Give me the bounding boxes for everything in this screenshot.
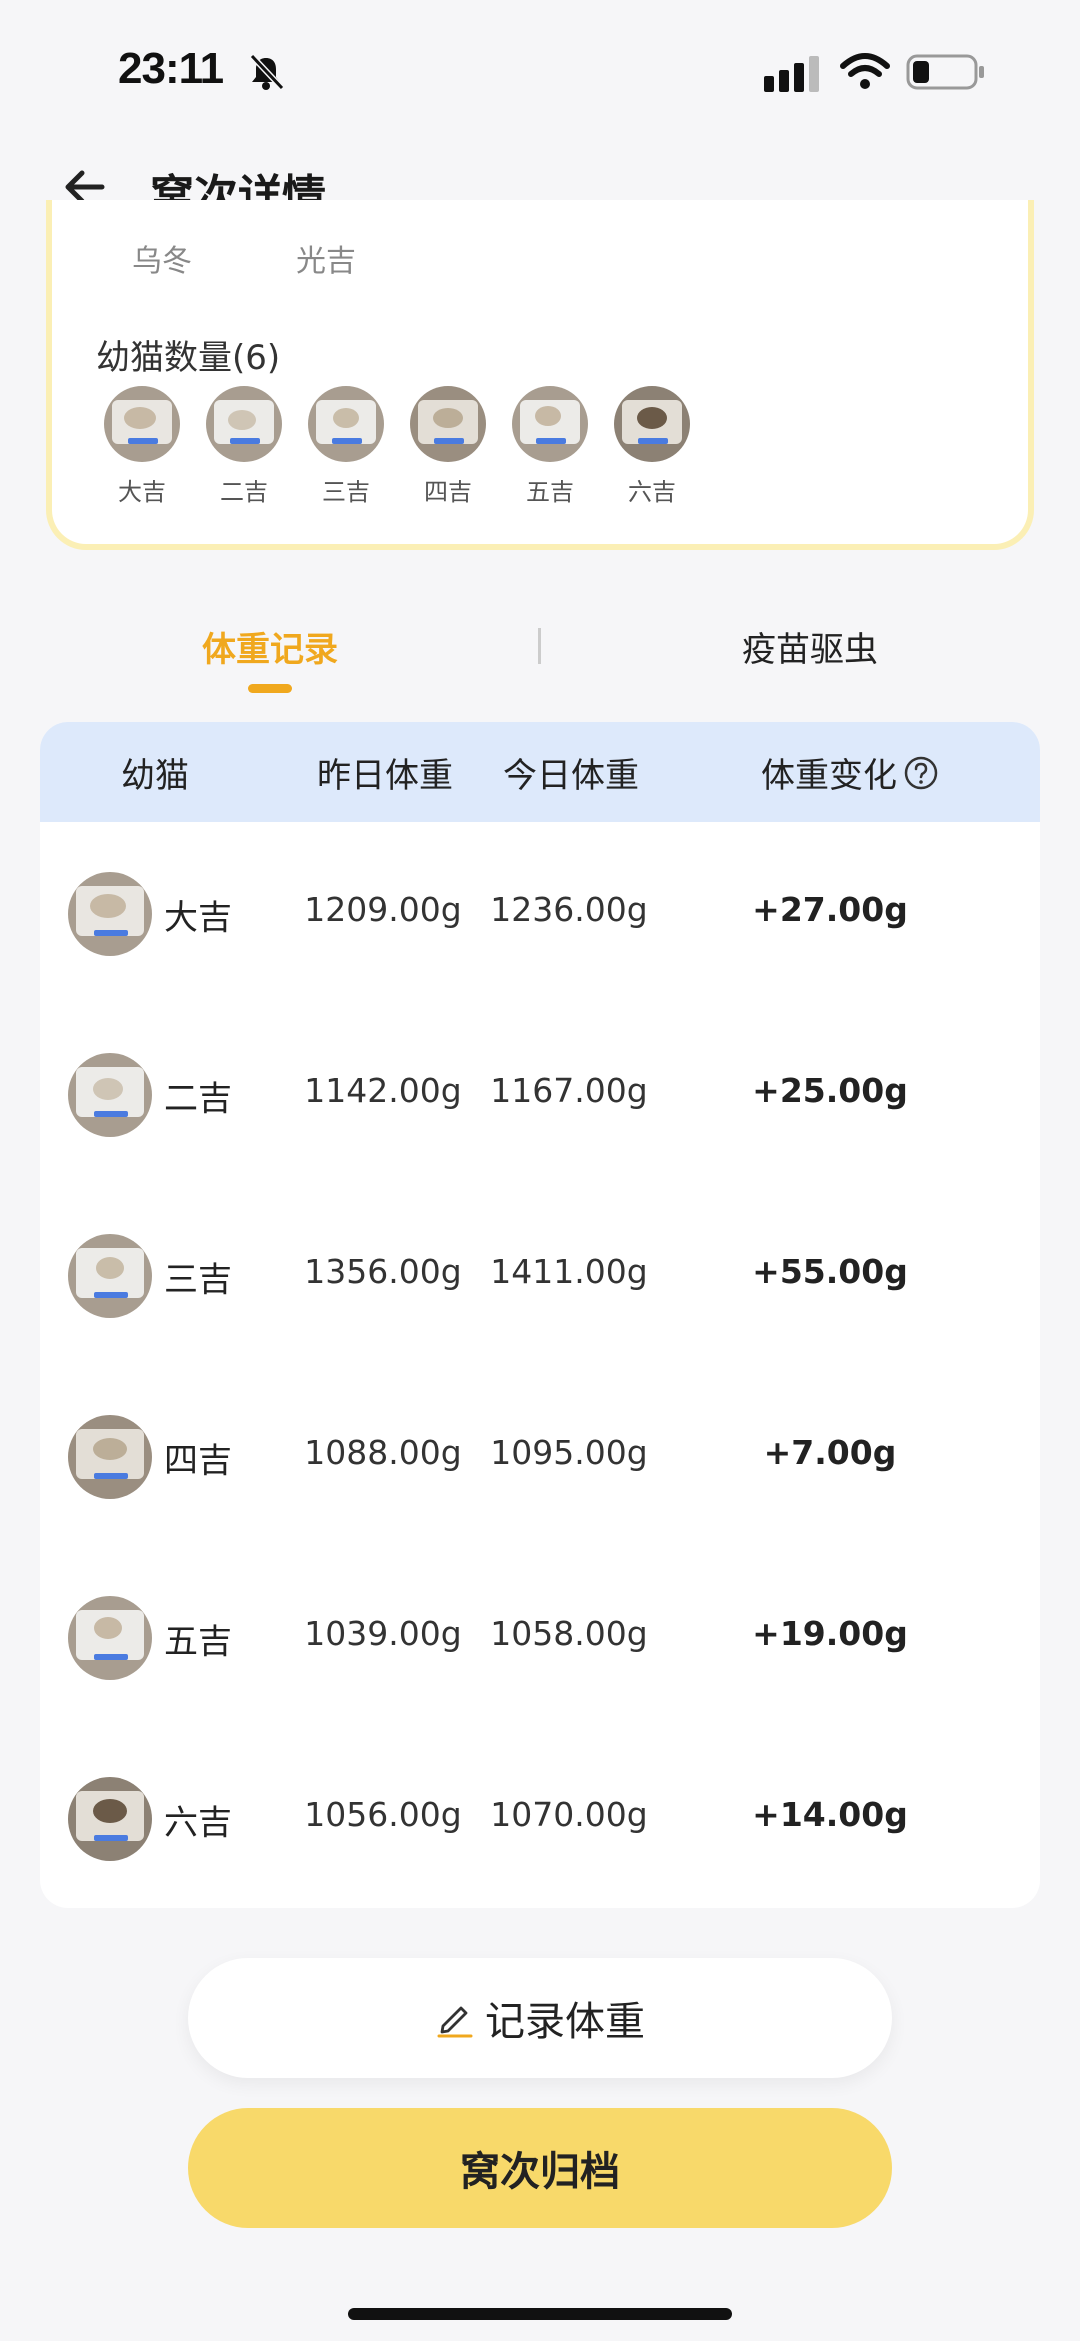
row-yesterday-weight: 1088.00g: [304, 1433, 462, 1472]
table-row[interactable]: 二吉 1142.00g 1167.00g +25.00g: [40, 1003, 1040, 1184]
kitten-avatar-item[interactable]: 六吉: [614, 386, 690, 507]
row-kitten-name: 二吉: [164, 1079, 232, 1119]
row-kitten-name: 大吉: [164, 898, 232, 938]
wifi-icon: [840, 53, 890, 89]
header-weight-change: 体重变化: [750, 748, 950, 797]
kitten-photo: [68, 1777, 152, 1861]
record-weight-button[interactable]: 记录体重: [188, 1958, 892, 2078]
kitten-avatar-item[interactable]: 五吉: [512, 386, 588, 507]
header-today-weight: 今日体重: [503, 756, 639, 796]
kitten-photo: [614, 386, 690, 462]
weight-table: 幼猫 昨日体重 今日体重 体重变化 大吉 1209.00g 1236.00g +…: [40, 722, 1040, 1908]
row-yesterday-weight: 1209.00g: [304, 890, 462, 929]
table-row[interactable]: 四吉 1088.00g 1095.00g +7.00g: [40, 1365, 1040, 1546]
kitten-photo: [104, 386, 180, 462]
row-today-weight: 1070.00g: [490, 1795, 648, 1834]
row-yesterday-weight: 1056.00g: [304, 1795, 462, 1834]
status-bar: 23:11: [0, 0, 1080, 140]
row-weight-change: +55.00g: [752, 1252, 908, 1291]
kitten-photo: [206, 386, 282, 462]
row-today-weight: 1095.00g: [490, 1433, 648, 1472]
kitten-avatar-name: 四吉: [424, 478, 472, 506]
table-row[interactable]: 大吉 1209.00g 1236.00g +27.00g: [40, 822, 1040, 1003]
kitten-avatar-name: 五吉: [526, 478, 574, 506]
kitten-avatar-item[interactable]: 三吉: [308, 386, 384, 507]
kitten-avatar-name: 六吉: [628, 478, 676, 506]
header-kitten: 幼猫: [121, 756, 189, 796]
kitten-photo: [512, 386, 588, 462]
row-weight-change: +27.00g: [752, 890, 908, 929]
table-row[interactable]: 六吉 1056.00g 1070.00g +14.00g: [40, 1727, 1040, 1908]
row-weight-change: +7.00g: [763, 1433, 897, 1472]
row-weight-change: +25.00g: [752, 1071, 908, 1110]
kitten-photo: [308, 386, 384, 462]
kitten-count-label: 幼猫数量(6): [96, 338, 281, 378]
row-kitten-name: 三吉: [164, 1260, 232, 1300]
battery-icon: [906, 54, 984, 90]
table-header: 幼猫 昨日体重 今日体重 体重变化: [40, 722, 1040, 822]
litter-info-card: 乌冬 光吉 幼猫数量(6) 大吉 二吉 三吉 四吉 五吉 六吉: [46, 200, 1034, 550]
row-today-weight: 1236.00g: [490, 890, 648, 929]
archive-litter-button[interactable]: 窝次归档: [188, 2108, 892, 2228]
active-tab-indicator: [248, 684, 292, 693]
row-weight-change: +14.00g: [752, 1795, 908, 1834]
row-yesterday-weight: 1356.00g: [304, 1252, 462, 1291]
kitten-avatar-item[interactable]: 二吉: [206, 386, 282, 507]
row-today-weight: 1058.00g: [490, 1614, 648, 1653]
kitten-avatar-list: 大吉 二吉 三吉 四吉 五吉 六吉: [104, 386, 690, 507]
kitten-avatar-name: 二吉: [220, 478, 268, 506]
mute-bell-icon: [249, 53, 285, 91]
kitten-photo: [410, 386, 486, 462]
row-today-weight: 1167.00g: [490, 1071, 648, 1110]
kitten-avatar-item[interactable]: 大吉: [104, 386, 180, 507]
row-weight-change: +19.00g: [752, 1614, 908, 1653]
kitten-avatar-item[interactable]: 四吉: [410, 386, 486, 507]
tab-vaccine-deworming[interactable]: 疫苗驱虫: [660, 622, 960, 671]
tab-bar: 体重记录 疫苗驱虫: [0, 600, 1080, 700]
table-row[interactable]: 五吉 1039.00g 1058.00g +19.00g: [40, 1546, 1040, 1727]
home-indicator: [348, 2308, 732, 2320]
row-kitten-name: 五吉: [164, 1622, 232, 1662]
kitten-photo: [68, 1596, 152, 1680]
pencil-icon: [437, 2006, 473, 2038]
tab-divider: [538, 628, 541, 664]
record-weight-label: 记录体重: [485, 1999, 645, 2045]
parent-mother: 乌冬: [132, 244, 192, 279]
header-weight-change-label: 体重变化: [761, 756, 897, 796]
kitten-avatar-name: 三吉: [322, 478, 370, 506]
status-time: 23:11: [118, 44, 224, 93]
parent-father: 光吉: [296, 244, 356, 279]
row-kitten-name: 四吉: [164, 1441, 232, 1481]
kitten-photo: [68, 1234, 152, 1318]
parents-row: 乌冬 光吉: [132, 236, 356, 280]
kitten-avatar-name: 大吉: [118, 478, 166, 506]
row-today-weight: 1411.00g: [490, 1252, 648, 1291]
table-row[interactable]: 三吉 1356.00g 1411.00g +55.00g: [40, 1184, 1040, 1365]
tab-weight-records[interactable]: 体重记录: [120, 622, 420, 671]
row-yesterday-weight: 1142.00g: [304, 1071, 462, 1110]
header-yesterday-weight: 昨日体重: [317, 756, 453, 796]
kitten-photo: [68, 1415, 152, 1499]
archive-litter-label: 窝次归档: [460, 2149, 620, 2195]
row-yesterday-weight: 1039.00g: [304, 1614, 462, 1653]
kitten-photo: [68, 1053, 152, 1137]
row-kitten-name: 六吉: [164, 1803, 232, 1843]
help-icon[interactable]: [903, 755, 939, 791]
kitten-photo: [68, 872, 152, 956]
signal-icon: [764, 56, 819, 92]
